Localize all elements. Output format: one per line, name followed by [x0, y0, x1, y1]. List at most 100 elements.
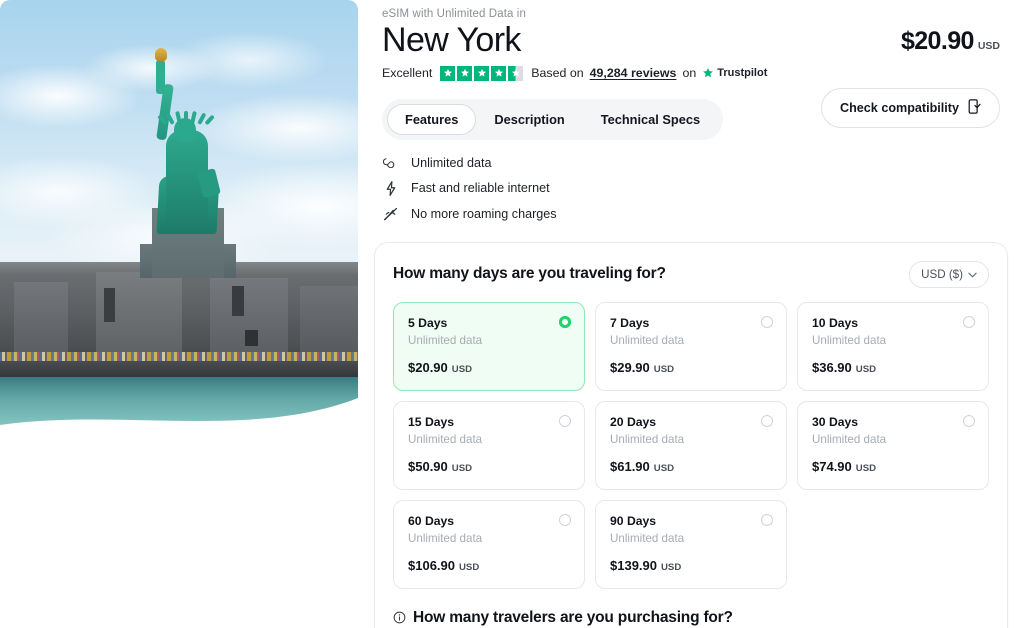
panel-title: How many days are you traveling for?	[393, 265, 666, 283]
travelers-section-header: How many travelers are you purchasing fo…	[393, 609, 989, 627]
tab-technical-specs[interactable]: Technical Specs	[583, 104, 718, 135]
product-details: eSIM with Unlimited Data in New York $20…	[358, 0, 1024, 628]
headline-price: $20.90 USD	[901, 27, 1000, 59]
plan-currency: USD	[459, 561, 480, 573]
plan-price-row: $106.90 USD	[408, 558, 570, 573]
plan-radio[interactable]	[559, 513, 571, 526]
plan-price: $139.90	[610, 557, 657, 573]
feature-item: Fast and reliable internet	[382, 180, 1000, 196]
plan-grid: 5 Days Unlimited data $20.90 USD 7 Days …	[393, 301, 989, 589]
product-tabs: Features Description Technical Specs	[382, 98, 724, 140]
infinity-icon	[382, 157, 399, 169]
plan-duration: 20 Days	[610, 414, 657, 429]
plan-card-20-days[interactable]: 20 Days Unlimited data $61.90 USD	[595, 400, 787, 490]
plan-card-7-days[interactable]: 7 Days Unlimited data $29.90 USD	[595, 301, 787, 391]
plan-currency: USD	[855, 462, 877, 474]
headline-price-currency: USD	[977, 39, 1000, 52]
plan-price-row: $61.90 USD	[610, 459, 772, 474]
plan-subtitle: Unlimited data	[408, 432, 483, 446]
feature-list: Unlimited data Fast and reliable interne…	[382, 156, 1000, 222]
plan-duration: 15 Days	[408, 414, 455, 429]
plan-subtitle: Unlimited data	[812, 333, 887, 347]
plan-price: $74.90	[812, 458, 852, 474]
trustpilot-rating: Excellent Based on 49,284 reviews on Tru…	[382, 65, 1000, 81]
plan-price-row: $139.90 USD	[610, 558, 772, 573]
plan-radio-selected[interactable]	[559, 315, 571, 328]
plan-price: $20.90	[408, 359, 448, 375]
feature-label: No more roaming charges	[411, 207, 557, 222]
on-label: on	[682, 66, 697, 81]
feature-item: Unlimited data	[382, 156, 1000, 170]
plan-radio[interactable]	[761, 513, 773, 526]
rating-label: Excellent	[382, 66, 433, 81]
plan-radio[interactable]	[559, 414, 571, 427]
trustpilot-star-icon	[703, 68, 714, 78]
plan-card-5-days[interactable]: 5 Days Unlimited data $20.90 USD	[393, 301, 585, 391]
no-roaming-icon	[382, 207, 399, 222]
title-row: New York $20.90 USD	[382, 22, 1000, 59]
plan-price-row: $29.90 USD	[610, 360, 772, 375]
feature-item: No more roaming charges	[382, 207, 1000, 222]
plan-price-row: $50.90 USD	[408, 459, 570, 474]
plan-duration: 30 Days	[812, 414, 859, 429]
reviews-count-link[interactable]: 49,284 reviews	[590, 66, 677, 80]
feature-label: Unlimited data	[411, 155, 492, 170]
plan-currency: USD	[451, 363, 473, 375]
plan-currency: USD	[653, 363, 675, 375]
plan-duration: 5 Days	[408, 315, 448, 330]
plan-price: $50.90	[408, 458, 448, 474]
based-on-label: Based on	[531, 66, 584, 81]
product-page: eSIM with Unlimited Data in New York $20…	[0, 0, 1024, 628]
travelers-title: How many travelers are you purchasing fo…	[413, 608, 733, 626]
plan-subtitle: Unlimited data	[610, 531, 685, 545]
plan-currency: USD	[653, 462, 675, 474]
currency-selector[interactable]: USD ($)	[909, 260, 989, 288]
plan-subtitle: Unlimited data	[812, 432, 887, 446]
plan-price-row: $36.90 USD	[812, 360, 974, 375]
plan-selector-panel: How many days are you traveling for? USD…	[374, 241, 1008, 628]
product-eyebrow: eSIM with Unlimited Data in	[382, 8, 526, 20]
plan-price: $29.90	[610, 359, 650, 375]
tab-description[interactable]: Description	[476, 104, 582, 135]
plan-duration: 60 Days	[408, 513, 455, 528]
star-icon	[457, 65, 473, 81]
tab-features[interactable]: Features	[387, 103, 477, 135]
plan-radio[interactable]	[761, 315, 773, 328]
plan-price-row: $74.90 USD	[812, 459, 974, 474]
trustpilot-name: Trustpilot	[717, 67, 768, 80]
plan-price-row: $20.90 USD	[408, 360, 570, 375]
plan-card-60-days[interactable]: 60 Days Unlimited data $106.90 USD	[393, 499, 585, 589]
star-icon	[474, 65, 490, 81]
plan-subtitle: Unlimited data	[610, 333, 685, 347]
currency-selected-label: USD ($)	[921, 267, 963, 281]
trustpilot-logo: Trustpilot	[702, 67, 767, 79]
plan-radio[interactable]	[963, 414, 975, 427]
check-compatibility-button[interactable]: Check compatibility	[821, 88, 1000, 128]
statue-figure	[0, 0, 358, 440]
plan-card-10-days[interactable]: 10 Days Unlimited data $36.90 USD	[797, 301, 989, 391]
star-icon	[491, 65, 507, 81]
plan-price: $106.90	[408, 557, 455, 573]
star-icon	[440, 65, 456, 81]
plan-card-90-days[interactable]: 90 Days Unlimited data $139.90 USD	[595, 499, 787, 589]
lightning-bolt-icon	[382, 180, 399, 196]
plan-subtitle: Unlimited data	[610, 432, 685, 446]
plan-duration: 7 Days	[610, 315, 650, 330]
plan-card-15-days[interactable]: 15 Days Unlimited data $50.90 USD	[393, 400, 585, 490]
panel-header: How many days are you traveling for? USD…	[393, 260, 989, 288]
statue-torch	[156, 60, 165, 94]
plan-currency: USD	[451, 462, 473, 474]
info-icon[interactable]	[393, 611, 406, 624]
plan-price: $36.90	[812, 359, 852, 375]
plan-price: $61.90	[610, 458, 650, 474]
plan-radio[interactable]	[963, 315, 975, 328]
rating-stars	[440, 65, 524, 81]
page-title: New York	[382, 21, 521, 59]
plan-subtitle: Unlimited data	[408, 333, 483, 347]
plan-currency: USD	[661, 561, 682, 573]
statue-of-liberty-photo	[0, 0, 358, 440]
plan-card-30-days[interactable]: 30 Days Unlimited data $74.90 USD	[797, 400, 989, 490]
plan-radio[interactable]	[761, 414, 773, 427]
headline-price-value: $20.90	[900, 26, 974, 55]
plan-duration: 10 Days	[812, 315, 859, 330]
